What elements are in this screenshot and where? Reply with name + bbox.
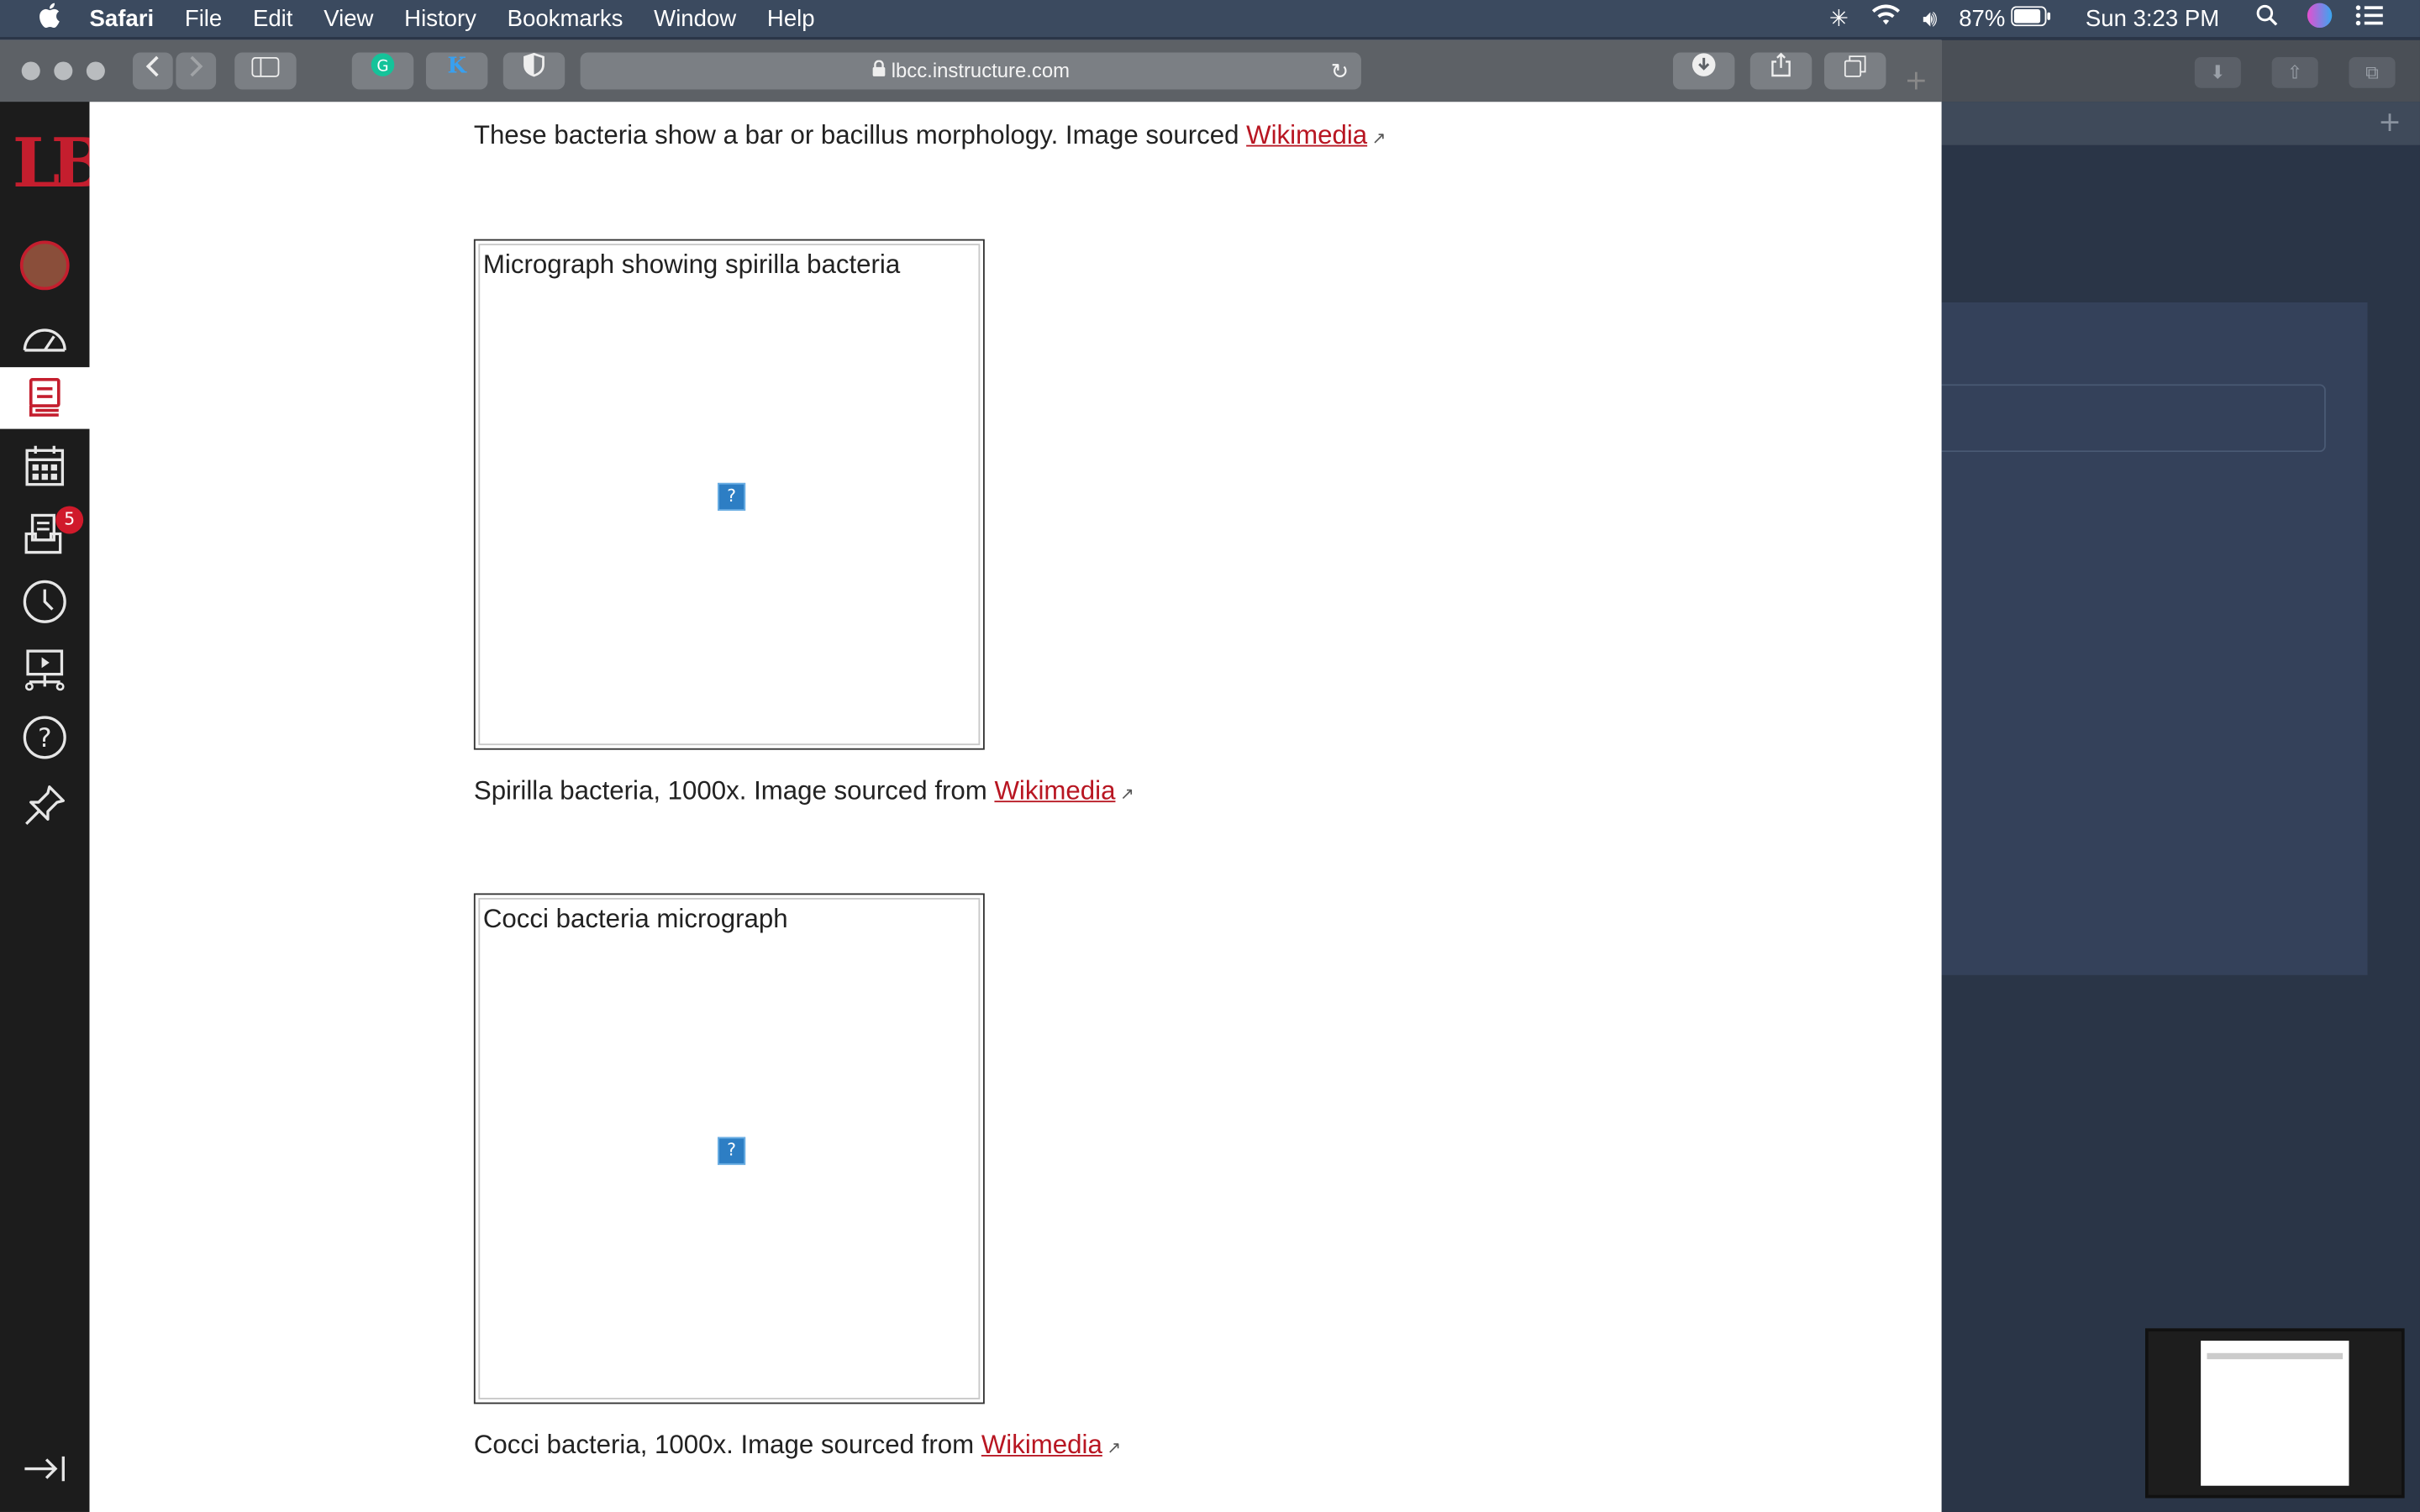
intro-text: These bacteria show a bar or bacillus mo… (473, 120, 1247, 150)
caption-spirilla-text: Spirilla bacteria, 1000x. Image sourced … (473, 775, 995, 806)
broken-image-icon: ? (718, 482, 746, 511)
shield-icon[interactable] (502, 52, 566, 90)
bg-tabs-icon[interactable]: ⧉ (2349, 56, 2396, 88)
intro-paragraph: These bacteria show a bar or bacillus mo… (474, 120, 1386, 151)
figure-spirilla-alt-text: Micrograph showing spirilla bacteria (482, 249, 901, 280)
page-content: These bacteria show a bar or bacillus mo… (89, 102, 1942, 1512)
external-link-icon: ↗ (1107, 1439, 1122, 1458)
downloads-icon[interactable] (1672, 52, 1735, 90)
zoom-window-button[interactable] (86, 61, 105, 81)
caption-cocci: Cocci bacteria, 1000x. Image sourced fro… (474, 1431, 1121, 1462)
background-window-tabstrip: + (1941, 102, 2420, 145)
intro-wikimedia-link[interactable]: Wikimedia (1246, 120, 1367, 150)
safari-window: G K lbcc.instructure.com ↻ + LB 5 ? Thes… (0, 39, 1942, 1512)
caption-cocci-wikimedia-link[interactable]: Wikimedia (981, 1431, 1102, 1460)
menu-bookmarks[interactable]: Bookmarks (508, 5, 623, 31)
menu-window[interactable]: Window (654, 5, 736, 31)
svg-text:K: K (447, 53, 467, 77)
battery-icon[interactable] (2011, 5, 2052, 31)
svg-text:G: G (376, 57, 388, 75)
macos-menubar: Safari File Edit View History Bookmarks … (0, 0, 2420, 38)
calendar-nav-icon[interactable] (0, 435, 90, 496)
share-icon[interactable] (1749, 52, 1812, 90)
external-link-icon: ↗ (1119, 785, 1134, 804)
menu-view[interactable]: View (324, 5, 373, 31)
canvas-global-nav: LB 5 ? (0, 102, 108, 1512)
thumbnail-preview (2201, 1341, 2349, 1486)
forward-button[interactable] (176, 52, 217, 90)
pin-nav-icon[interactable] (0, 774, 90, 836)
collapse-nav-icon[interactable] (0, 1438, 90, 1499)
menu-help[interactable]: Help (767, 5, 815, 31)
figure-spirilla-image: Micrograph showing spirilla bacteria ? (473, 239, 985, 750)
lock-icon (872, 59, 892, 82)
tab-overview-icon[interactable] (1823, 52, 1886, 90)
background-field (1941, 384, 2326, 453)
address-bar[interactable]: lbcc.instructure.com ↻ (580, 52, 1361, 90)
figure-cocci-image: Cocci bacteria micrograph ? (473, 893, 985, 1404)
screenshot-thumbnail[interactable] (2145, 1328, 2405, 1499)
dashboard-nav-icon[interactable] (0, 306, 90, 367)
courses-nav-icon[interactable] (0, 367, 90, 429)
minimize-window-button[interactable] (54, 61, 73, 81)
battery-percent: 87% (1959, 5, 2006, 32)
caption-spirilla-wikimedia-link[interactable]: Wikimedia (994, 776, 1115, 806)
apple-menu-icon[interactable] (34, 2, 65, 35)
sidebar-toggle-icon[interactable] (234, 52, 297, 90)
menu-edit[interactable]: Edit (253, 5, 292, 31)
figure-cocci-alt-text: Cocci bacteria micrograph (482, 904, 788, 934)
svg-text:?: ? (38, 723, 52, 753)
caption-spirilla: Spirilla bacteria, 1000x. Image sourced … (474, 776, 1134, 807)
caption-cocci-text: Cocci bacteria, 1000x. Image sourced fro… (473, 1430, 981, 1460)
safari-toolbar: G K lbcc.instructure.com ↻ + (0, 39, 1942, 104)
menu-app-safari[interactable]: Safari (90, 5, 155, 31)
history-nav-icon[interactable] (0, 571, 90, 633)
studio-nav-icon[interactable] (0, 638, 90, 700)
thumbnail-lines (2207, 1352, 2344, 1360)
bg-new-tab-icon[interactable]: + (2378, 107, 2402, 139)
bluetooth-icon[interactable]: ✳ (1829, 5, 1849, 32)
spotlight-search-icon[interactable] (2256, 4, 2278, 33)
menu-file[interactable]: File (185, 5, 222, 31)
grammarly-extension-icon[interactable]: G (351, 52, 414, 90)
help-nav-icon[interactable]: ? (0, 706, 90, 768)
back-button[interactable] (132, 52, 173, 90)
siri-icon[interactable] (2306, 2, 2333, 35)
account-avatar[interactable] (19, 240, 70, 291)
wifi-icon[interactable] (1870, 4, 1902, 33)
kami-extension-icon[interactable]: K (425, 52, 488, 90)
new-tab-icon[interactable]: + (1904, 65, 1928, 97)
volume-icon[interactable]: 🔊︎ (1923, 5, 1937, 31)
clock[interactable]: Sun 3:23 PM (2086, 5, 2219, 31)
reload-icon[interactable]: ↻ (1331, 52, 1349, 89)
bg-share-icon[interactable]: ⇧ (2271, 56, 2318, 88)
notification-center-icon[interactable] (2355, 5, 2383, 33)
url-text: lbcc.instructure.com (891, 58, 1071, 82)
background-window-toolbar: ⬇ ⇧ ⧉ (1941, 39, 2420, 102)
institution-logo[interactable]: LB (13, 126, 108, 204)
menu-history[interactable]: History (404, 5, 476, 31)
bg-download-icon[interactable]: ⬇ (2194, 56, 2241, 88)
external-link-icon: ↗ (1371, 129, 1386, 149)
broken-image-icon: ? (718, 1137, 746, 1165)
inbox-unread-badge: 5 (55, 506, 84, 534)
background-window: ⬇ ⇧ ⧉ + (1941, 39, 2420, 1512)
close-window-button[interactable] (21, 61, 40, 81)
